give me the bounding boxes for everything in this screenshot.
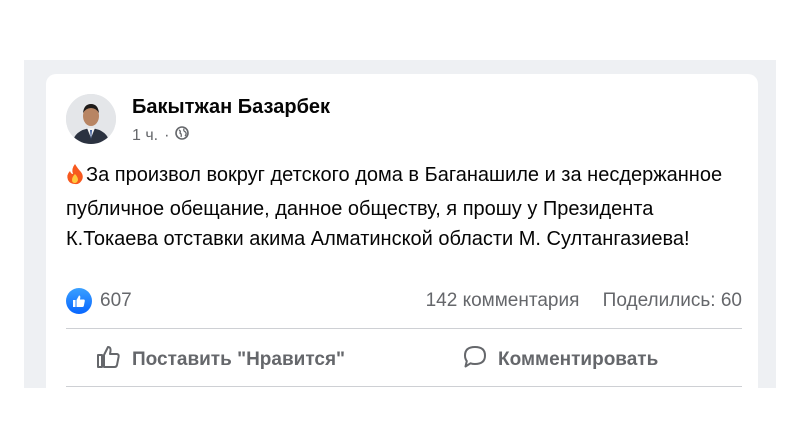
like-count[interactable]: 607	[100, 290, 132, 312]
post-card: Бакытжан Базарбек 1 ч. · За произвол вок…	[46, 74, 758, 394]
like-button[interactable]: Поставить "Нравится"	[96, 340, 345, 380]
globe-icon	[175, 126, 190, 145]
meta-separator: ·	[164, 126, 170, 144]
post-stats: 607 142 комментария Поделились: 60	[66, 286, 742, 316]
comment-count[interactable]: 142 комментария	[426, 290, 580, 311]
like-reaction-icon[interactable]	[66, 288, 92, 314]
author-avatar[interactable]	[66, 94, 116, 144]
comment-button[interactable]: Комментировать	[462, 340, 658, 380]
share-count[interactable]: Поделились: 60	[603, 290, 742, 311]
comment-bubble-icon	[462, 344, 488, 376]
post-text: За произвол вокруг детского дома в Баган…	[66, 164, 723, 250]
author-name[interactable]: Бакытжан Базарбек	[132, 96, 330, 119]
like-button-label: Поставить "Нравится"	[132, 349, 346, 370]
thumbs-up-icon	[96, 344, 122, 376]
actions-divider	[66, 386, 742, 387]
comment-button-label: Комментировать	[498, 349, 659, 370]
fire-emoji-icon	[66, 163, 84, 194]
profile-photo-icon	[66, 94, 116, 144]
post-text-block: За произвол вокруг детского дома в Баган…	[66, 160, 726, 254]
stats-divider	[66, 328, 742, 329]
post-time[interactable]: 1 ч.	[132, 127, 158, 145]
post-meta: 1 ч. ·	[132, 126, 190, 145]
